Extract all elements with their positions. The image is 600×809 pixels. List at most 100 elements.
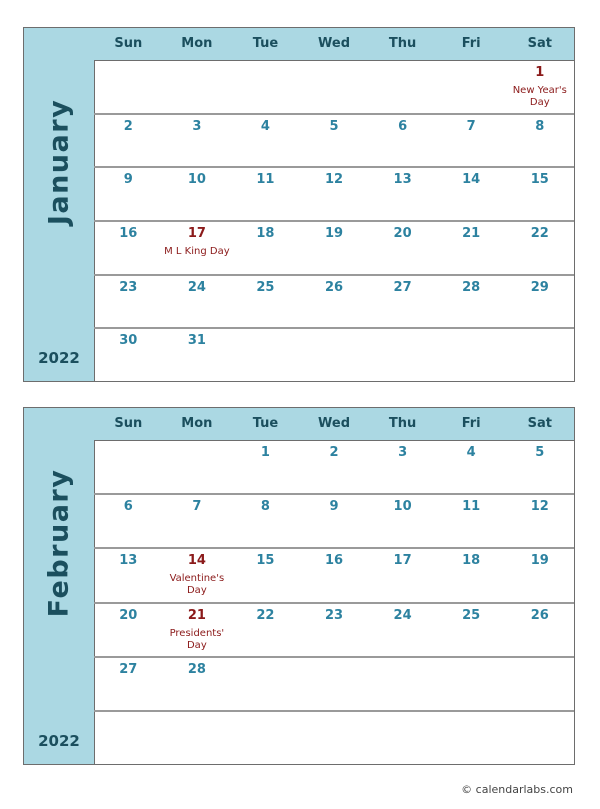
day-cell[interactable]: 24 (368, 604, 437, 656)
day-cell[interactable]: 3 (163, 115, 232, 167)
day-cell[interactable]: 17 M L King Day (163, 222, 232, 274)
day-cell (505, 658, 574, 710)
day-cell (163, 712, 232, 764)
day-cell[interactable]: 25 (231, 276, 300, 328)
day-cell[interactable]: 25 (437, 604, 506, 656)
day-cell (437, 61, 506, 113)
day-cell[interactable]: 16 (94, 222, 163, 274)
day-cell[interactable]: 6 (368, 115, 437, 167)
day-cell[interactable]: 28 (437, 276, 506, 328)
day-cell[interactable]: 24 (163, 276, 232, 328)
day-number: 6 (123, 499, 133, 515)
day-number: 1 (260, 445, 270, 460)
day-number: 14 (462, 172, 481, 188)
day-cell[interactable]: 31 (163, 329, 232, 381)
holiday-label: M L King Day (164, 246, 230, 258)
weekday-label: Wed (318, 36, 351, 51)
day-cell[interactable]: 2 (300, 441, 369, 493)
day-number: 26 (530, 607, 549, 623)
day-cell[interactable]: 10 (163, 168, 232, 220)
weekday-label: Tue (252, 416, 279, 431)
day-cell[interactable]: 26 (300, 276, 369, 328)
week-row: 27 28 (94, 658, 574, 712)
day-cell[interactable]: 1 (231, 441, 300, 493)
day-cell[interactable]: 30 (94, 329, 163, 381)
day-cell (94, 712, 163, 764)
day-number: 27 (393, 279, 412, 295)
day-cell[interactable]: 8 (505, 115, 574, 167)
day-cell (163, 61, 232, 113)
weekday-label: Thu (388, 36, 417, 51)
day-number: 23 (119, 279, 138, 295)
day-cell[interactable]: 8 (231, 495, 300, 547)
day-number: 2 (123, 118, 133, 134)
day-number: 4 (260, 118, 270, 134)
day-cell[interactable]: 13 (94, 549, 163, 601)
week-row: 1 New Year's Day (94, 61, 574, 115)
day-cell[interactable]: 16 (300, 549, 369, 601)
day-cell[interactable]: 23 (94, 276, 163, 328)
day-cell[interactable]: 21 (437, 222, 506, 274)
day-cell[interactable]: 14 (437, 168, 506, 220)
day-cell[interactable]: 4 (437, 441, 506, 493)
day-cell[interactable]: 17 (368, 549, 437, 601)
day-cell[interactable]: 11 (231, 168, 300, 220)
day-number: 2 (329, 445, 339, 460)
day-cell[interactable]: 15 (505, 168, 574, 220)
day-cell[interactable]: 29 (505, 276, 574, 328)
day-cell[interactable]: 4 (231, 115, 300, 167)
day-cell[interactable]: 21 Presidents' Day (163, 604, 232, 656)
week-row: 23 24 25 26 27 28 29 (94, 276, 574, 330)
day-cell[interactable]: 5 (300, 115, 369, 167)
day-number: 13 (393, 172, 412, 188)
day-cell (231, 712, 300, 764)
day-cell[interactable]: 2 (94, 115, 163, 167)
day-cell[interactable]: 7 (163, 495, 232, 547)
day-cell[interactable]: 3 (368, 441, 437, 493)
holiday-label: New Year's Day (512, 85, 567, 108)
day-cell[interactable]: 15 (231, 549, 300, 601)
day-cell[interactable]: 19 (300, 222, 369, 274)
day-number: 3 (398, 445, 408, 460)
day-cell[interactable]: 28 (163, 658, 232, 710)
day-cell[interactable]: 7 (437, 115, 506, 167)
day-cell (505, 712, 574, 764)
day-number: 27 (119, 661, 138, 677)
day-cell[interactable]: 22 (231, 604, 300, 656)
day-cell (94, 441, 163, 493)
day-cell[interactable]: 20 (94, 604, 163, 656)
day-cell[interactable]: 18 (231, 222, 300, 274)
weekday-label: Fri (461, 416, 481, 431)
day-cell[interactable]: 10 (368, 495, 437, 547)
day-number: 1 (535, 65, 545, 80)
day-cell[interactable]: 27 (94, 658, 163, 710)
day-number: 3 (192, 118, 202, 134)
day-number: 7 (192, 499, 202, 515)
day-number: 15 (256, 553, 275, 569)
day-cell[interactable]: 22 (505, 222, 574, 274)
day-cell[interactable]: 13 (368, 168, 437, 220)
day-cell (231, 61, 300, 113)
day-cell[interactable]: 19 (505, 549, 574, 601)
day-number: 19 (530, 553, 549, 569)
day-cell[interactable]: 11 (437, 495, 506, 547)
day-cell[interactable]: 12 (300, 168, 369, 220)
day-cell[interactable]: 18 (437, 549, 506, 601)
day-number: 22 (530, 226, 549, 242)
day-number: 10 (393, 499, 412, 515)
day-cell[interactable]: 27 (368, 276, 437, 328)
day-cell[interactable]: 12 (505, 495, 574, 547)
day-cell[interactable]: 6 (94, 495, 163, 547)
day-cell[interactable]: 23 (300, 604, 369, 656)
day-cell[interactable]: 9 (300, 495, 369, 547)
day-cell[interactable]: 5 (505, 441, 574, 493)
day-cell[interactable]: 20 (368, 222, 437, 274)
month-grid: Sun Mon Tue Wed Thu Fri Sat 1 New Year's Day 2 3 4… (94, 28, 574, 381)
day-number: 11 (256, 172, 275, 188)
day-number: 31 (187, 333, 206, 349)
day-cell[interactable]: 9 (94, 168, 163, 220)
day-number: 8 (260, 499, 270, 515)
day-cell[interactable]: 26 (505, 604, 574, 656)
day-cell[interactable]: 14 Valentine's Day (163, 549, 232, 601)
day-cell[interactable]: 1 New Year's Day (505, 61, 574, 113)
